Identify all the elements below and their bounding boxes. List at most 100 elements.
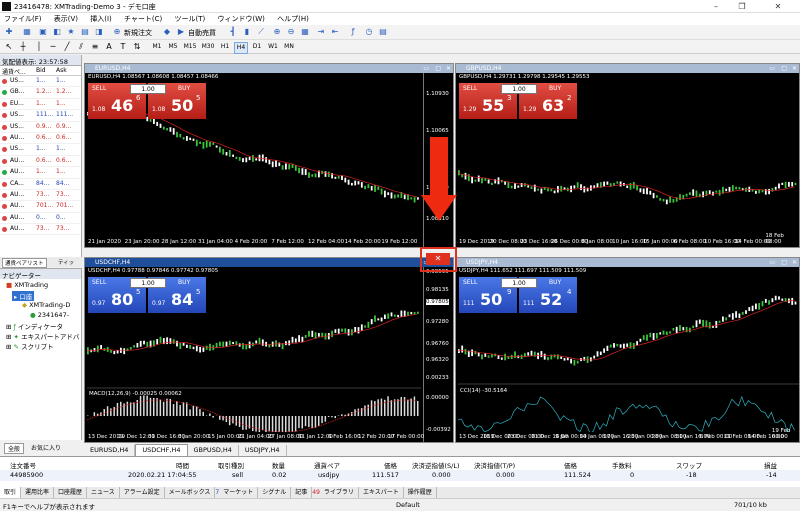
menu-window[interactable]: ウィンドウ(W) (218, 13, 265, 25)
col-price[interactable]: 価格 (384, 460, 397, 470)
channel-icon[interactable]: ⫽ (76, 42, 86, 52)
price-axis[interactable]: 0.985950.981350.978050.972800.967600.963… (423, 267, 453, 442)
nav-server[interactable]: ◆ XMTrading-D (22, 301, 70, 309)
nav-scripts[interactable]: ⊞ ✎ スクリプト (6, 341, 54, 351)
tf-m30[interactable]: M30 (200, 42, 216, 52)
candle-chart-icon[interactable]: ▮ (242, 27, 252, 37)
terminal-tab[interactable]: メールボックス (165, 487, 216, 498)
chart-window-2[interactable]: USDCHF,H4▭□✕USDCHF,H4 0.97788 0.97846 0.… (84, 257, 454, 443)
market-watch-row[interactable]: US...111...111... (0, 110, 81, 121)
market-watch-row[interactable]: US...1...1... (0, 76, 81, 87)
chart-minimize-icon[interactable]: ▭ (769, 258, 775, 267)
lot-size-input[interactable]: 1.00 (501, 278, 537, 288)
chart-minimize-icon[interactable]: ▭ (423, 64, 429, 73)
autoscroll-icon[interactable]: ⇥ (316, 27, 326, 37)
line-chart-icon[interactable]: ⟋ (256, 27, 266, 37)
menu-insert[interactable]: 挿入(I) (90, 13, 112, 25)
minimize-button[interactable]: – (708, 1, 724, 12)
col-sl[interactable]: 決済逆指値(S/L) (412, 460, 460, 470)
chart-title-bar[interactable]: USDJPY,H4▭□✕ (456, 258, 799, 267)
chart-tab-gbpusd[interactable]: GBPUSD,H4 (188, 445, 239, 456)
navigator-icon[interactable]: ★ (66, 27, 76, 37)
col-swap[interactable]: スワップ (676, 460, 702, 470)
market-watch-row[interactable]: AU...1...1... (0, 167, 81, 178)
tf-h1[interactable]: H1 (218, 42, 232, 52)
terminal-tab[interactable]: マーケット (219, 487, 258, 498)
tab-favorites[interactable]: お気に入り (28, 443, 64, 452)
crosshair-icon[interactable]: ┼ (18, 42, 28, 52)
nav-indicators[interactable]: ⊞ ƒ インディケータ (6, 321, 63, 331)
lot-size-input[interactable]: 1.00 (130, 278, 166, 288)
tf-w1[interactable]: W1 (266, 42, 280, 52)
chart-window-1[interactable]: GBPUSD,H4▭□✕GBPUSD,H4 1.29731 1.29798 1.… (455, 63, 800, 248)
arrows-icon[interactable]: ⇅ (132, 42, 142, 52)
new-chart-icon[interactable]: ✚ (4, 27, 14, 37)
col-order[interactable]: 注文番号 (10, 460, 36, 470)
text-icon[interactable]: A (104, 42, 114, 52)
indicators-icon[interactable]: ƒ (348, 27, 358, 37)
terminal-tab[interactable]: 記事 (291, 487, 312, 498)
col-commission[interactable]: 手数料 (612, 460, 632, 470)
metaeditor-icon[interactable]: ◆ (162, 27, 172, 37)
chart-title-bar[interactable]: EURUSD,H4▭□✕ (85, 64, 453, 73)
trendline-icon[interactable]: ╱ (62, 42, 72, 52)
terminal-tab[interactable]: 操作履歴 (404, 487, 437, 498)
table-row[interactable]: 44985900 2020.02.21 17:04:55 sell 0.02 u… (0, 470, 800, 481)
col-profit[interactable]: 損益 (764, 460, 777, 470)
nav-broker[interactable]: ■ XMTrading (6, 281, 48, 289)
chart-title-bar[interactable]: GBPUSD,H4▭□✕ (456, 64, 799, 73)
cursor-icon[interactable]: ↖ (4, 42, 14, 52)
bar-chart-icon[interactable]: ┫ (228, 27, 238, 37)
menu-tools[interactable]: ツール(T) (175, 13, 206, 25)
menu-chart[interactable]: チャート(C) (124, 13, 162, 25)
chart-maximize-icon[interactable]: □ (781, 64, 787, 73)
chart-window-0[interactable]: EURUSD,H4▭□✕EURUSD,H4 1.08567 1.08608 1.… (84, 63, 454, 248)
chart-minimize-icon[interactable]: ▭ (769, 64, 775, 73)
tf-mn[interactable]: MN (282, 42, 296, 52)
terminal-tab[interactable]: 口座履歴 (54, 487, 87, 498)
lot-size-input[interactable]: 1.00 (501, 84, 537, 94)
tf-d1[interactable]: D1 (250, 42, 264, 52)
chart-tab-eurusd[interactable]: EURUSD,H4 (84, 445, 135, 456)
data-window-icon[interactable]: ◧ (52, 27, 62, 37)
lot-size-input[interactable]: 1.00 (130, 84, 166, 94)
menu-view[interactable]: 表示(V) (54, 13, 78, 25)
new-order-button[interactable]: 新規注文 (124, 28, 152, 38)
col-symbol[interactable]: 通貨ペ... (2, 67, 26, 76)
tf-m5[interactable]: M5 (166, 42, 180, 52)
tf-m15[interactable]: M15 (182, 42, 198, 52)
market-watch-row[interactable]: EU...1...1... (0, 99, 81, 110)
market-watch-row[interactable]: AU...0.6...0.6... (0, 156, 81, 167)
chart-window-3[interactable]: USDJPY,H4▭□✕USDJPY,H4 111.652 111.697 11… (455, 257, 800, 443)
tf-h4[interactable]: H4 (234, 42, 248, 54)
chart-tab-usdjpy[interactable]: USDJPY,H4 (239, 445, 287, 456)
auto-trade-icon[interactable]: ▶ (176, 27, 186, 37)
chart-close-icon[interactable]: ✕ (446, 64, 451, 73)
col-bid[interactable]: Bid (36, 67, 46, 74)
maximize-button[interactable]: ❐ (734, 1, 750, 12)
tile-icon[interactable]: ▦ (300, 27, 310, 37)
terminal-tab[interactable]: エキスパート (359, 487, 404, 498)
chart-maximize-icon[interactable]: □ (435, 64, 441, 73)
chart-close-icon[interactable]: ✕ (792, 64, 797, 73)
chart-close-icon[interactable]: ✕ (792, 258, 797, 267)
market-watch-icon[interactable]: ▣ (38, 27, 48, 37)
col-cur-price[interactable]: 価格 (564, 460, 577, 470)
chart-close-button[interactable]: ✕ (426, 253, 450, 265)
templates-icon[interactable]: ▤ (378, 27, 388, 37)
nav-experts[interactable]: ⊞ ✦ エキスパートアドバ (6, 331, 79, 341)
tab-tick[interactable]: ティッ (58, 258, 74, 266)
market-watch-row[interactable]: CA...84...84... (0, 179, 81, 190)
label-icon[interactable]: T (118, 42, 128, 52)
market-watch-row[interactable]: AU...0.6...0.6... (0, 133, 81, 144)
chart-title-bar[interactable]: USDCHF,H4▭□✕ (85, 258, 453, 267)
nav-accounts[interactable]: ▸ 口座 (12, 291, 34, 301)
market-watch-row[interactable]: AU...73...73... (0, 190, 81, 201)
col-symbol[interactable]: 通貨ペア (314, 460, 340, 470)
chart-shift-icon[interactable]: ⇤ (330, 27, 340, 37)
market-watch-row[interactable]: US...0.9...0.9... (0, 122, 81, 133)
horizontal-line-icon[interactable]: ─ (48, 42, 58, 52)
vertical-line-icon[interactable]: │ (34, 42, 44, 52)
market-watch-row[interactable]: GB...1.2...1.2... (0, 87, 81, 98)
tester-icon[interactable]: ◨ (94, 27, 104, 37)
